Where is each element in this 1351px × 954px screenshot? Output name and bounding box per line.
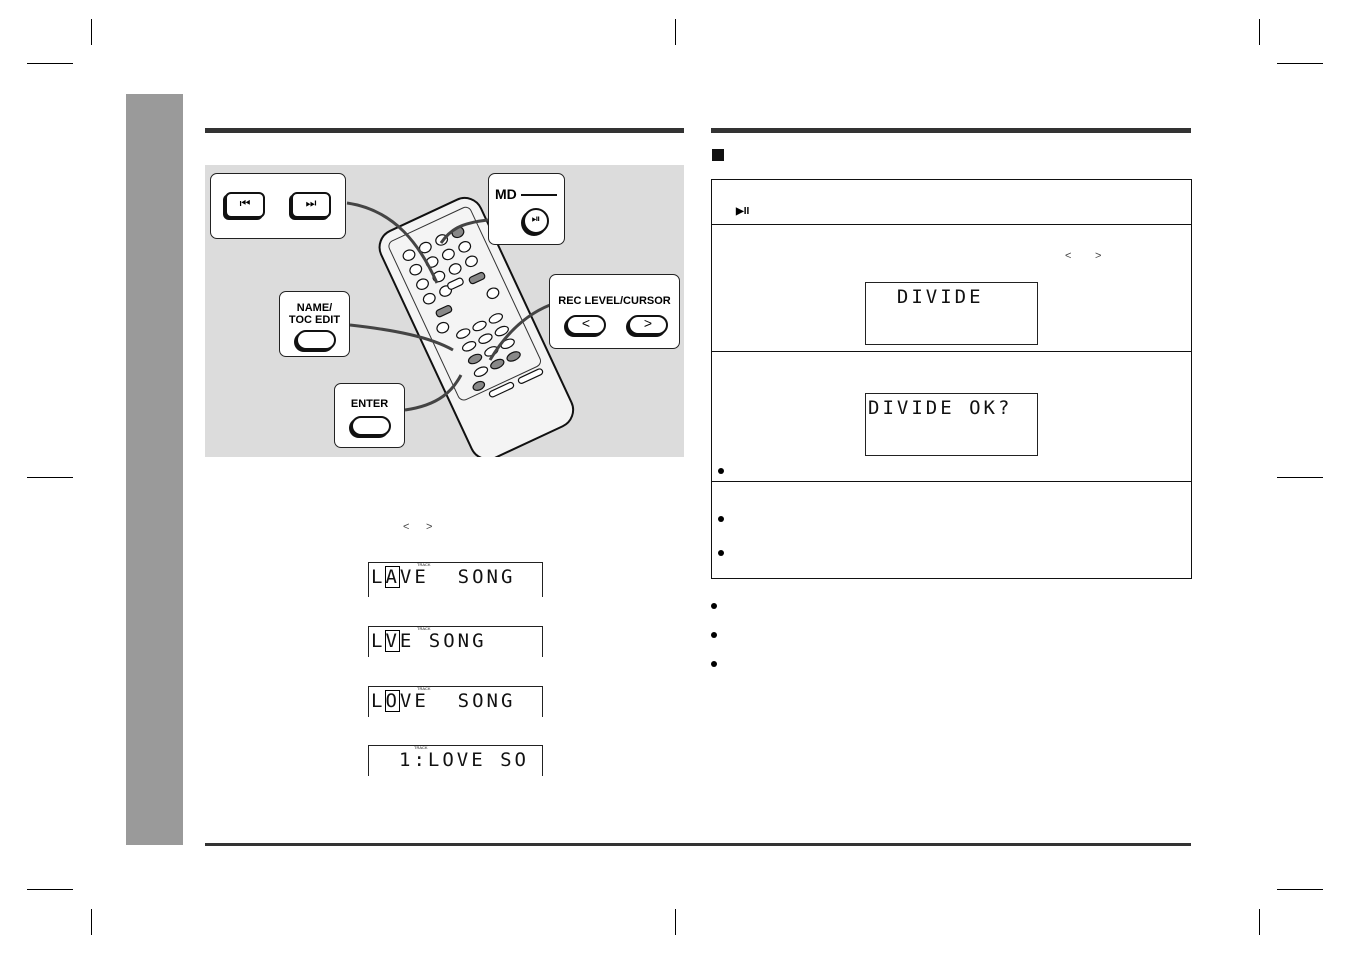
play-pause-icon: ⏯ <box>531 213 541 225</box>
md-label-line <box>521 194 557 196</box>
note-bullet <box>711 603 717 609</box>
callout-enter: ENTER <box>334 383 405 448</box>
callout-name-toc-edit: NAME/ TOC EDIT <box>279 291 350 357</box>
note-bullet <box>711 661 717 667</box>
crop-mark <box>1277 889 1323 890</box>
play-pause-button[interactable]: ⏯ <box>523 208 549 234</box>
left-heading-rule <box>205 128 684 133</box>
bullet <box>718 550 724 556</box>
cursor-right-glyph: > <box>426 521 433 533</box>
remote-illustration: ⏮ ⏭ MD ⏯ NAME/ TOC EDIT REC LEVEL/CURSOR… <box>205 165 684 457</box>
display-lve-song: LVE SONG TRACK <box>368 626 543 657</box>
skip-back-icon: ⏮ <box>239 196 251 210</box>
cursor-right-glyph: > <box>1095 250 1102 262</box>
display-love-song: LOVE SONG TRACK <box>368 686 543 717</box>
play-pause-icon: ▶II <box>736 206 750 217</box>
display-divide: DIVIDE <box>865 282 1038 345</box>
right-heading-rule <box>711 128 1191 133</box>
display-lave-song: LAVE SONG TRACK <box>368 562 543 597</box>
crop-mark <box>1277 63 1323 64</box>
crop-mark <box>675 19 676 45</box>
bullet <box>718 516 724 522</box>
cursor-char: O <box>385 690 400 712</box>
steps-table: ▶II < > DIVIDE DIVIDE OK? <box>711 179 1192 579</box>
cursor-left-button[interactable]: < <box>566 315 606 335</box>
enter-button[interactable] <box>351 416 391 436</box>
crop-mark <box>27 889 73 890</box>
skip-back-button[interactable]: ⏮ <box>225 192 265 218</box>
track-indicator: TRACK <box>417 686 431 691</box>
name-toc-edit-label: NAME/ TOC EDIT <box>288 302 341 326</box>
crop-mark <box>1259 909 1260 935</box>
display-text: 1:LOVE SO <box>399 749 529 771</box>
section-tab <box>126 94 183 845</box>
display-text: DIVIDE <box>868 286 984 308</box>
cursor-char: A <box>385 566 400 588</box>
display-divide-ok: DIVIDE OK? <box>865 393 1038 456</box>
cursor-char: V <box>385 630 400 652</box>
rec-level-cursor-label: REC LEVEL/CURSOR <box>558 295 671 307</box>
crop-mark <box>91 19 92 45</box>
bullet <box>718 468 724 474</box>
black-square-icon <box>712 149 724 161</box>
step-row-4 <box>712 481 1191 578</box>
display-text: DIVIDE OK? <box>868 397 1013 419</box>
enter-label: ENTER <box>350 398 389 410</box>
name-toc-edit-button[interactable] <box>296 330 336 350</box>
note-bullet <box>711 632 717 638</box>
track-indicator: TRACK <box>417 562 431 567</box>
callout-rec-level-cursor: REC LEVEL/CURSOR < > <box>549 274 680 349</box>
step-row-3: DIVIDE OK? <box>712 351 1191 481</box>
display-track-1-love-so: 1:LOVE SO TRACK <box>368 745 543 776</box>
left-arrow-icon: < <box>581 315 591 331</box>
crop-mark <box>1277 477 1323 478</box>
skip-forward-button[interactable]: ⏭ <box>291 192 331 218</box>
crop-mark <box>27 63 73 64</box>
cursor-left-glyph: < <box>1065 250 1072 262</box>
step-row-2: < > DIVIDE <box>712 224 1191 352</box>
track-indicator: TRACK <box>417 626 431 631</box>
crop-mark <box>91 909 92 935</box>
crop-mark <box>1259 19 1260 45</box>
cursor-left-glyph: < <box>403 521 410 533</box>
cursor-right-button[interactable]: > <box>628 315 668 335</box>
md-label: MD <box>495 186 517 202</box>
track-indicator: TRACK <box>414 745 428 750</box>
footer-rule <box>205 843 1191 846</box>
crop-mark <box>27 477 73 478</box>
right-arrow-icon: > <box>643 315 653 331</box>
callout-md: MD ⏯ <box>488 173 565 245</box>
crop-mark <box>675 909 676 935</box>
skip-forward-icon: ⏭ <box>305 196 317 210</box>
callout-skip-buttons: ⏮ ⏭ <box>210 173 346 239</box>
